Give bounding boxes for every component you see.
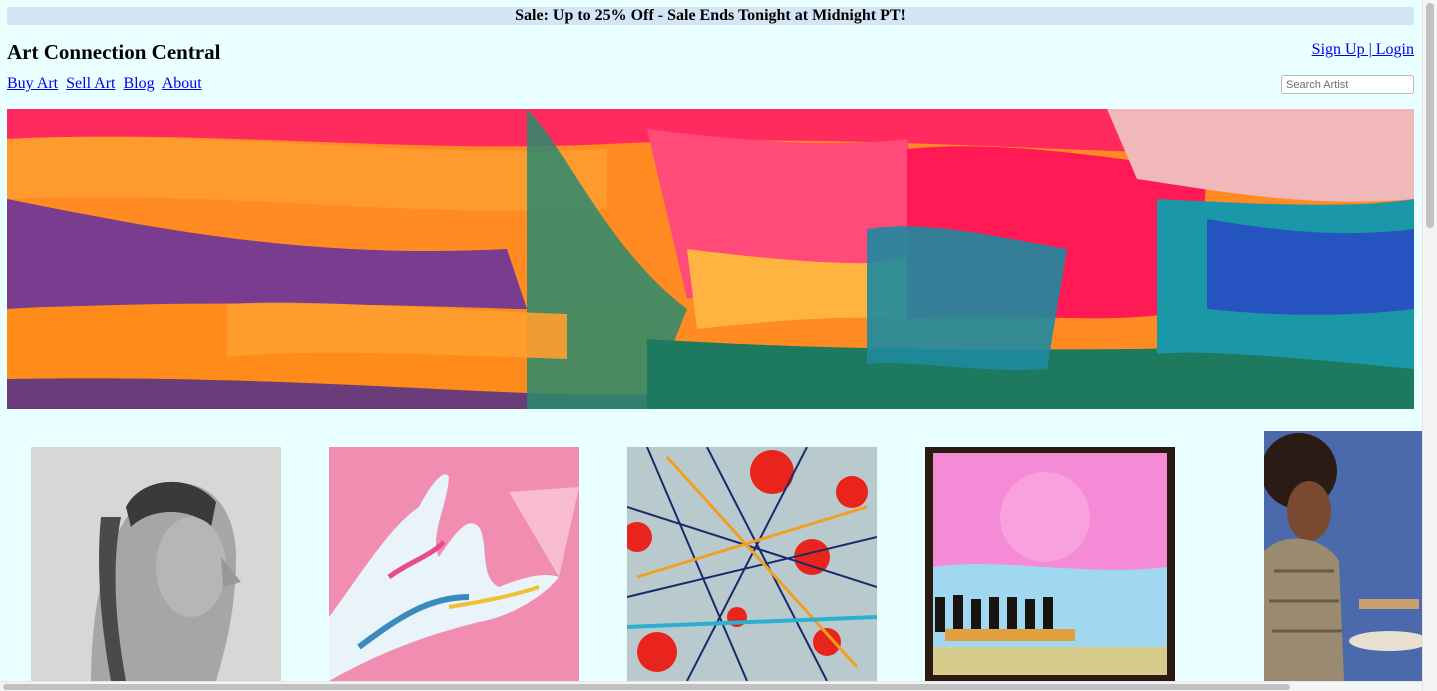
gallery-image-artist-photo[interactable]	[1264, 431, 1422, 681]
nav-about[interactable]: About	[162, 75, 202, 92]
signup-login-link[interactable]: Sign Up | Login	[1312, 41, 1414, 58]
site-title: Art Connection Central	[7, 40, 221, 64]
nav-sell-art[interactable]: Sell Art	[66, 75, 115, 92]
gallery-image-pink-abstract[interactable]	[925, 447, 1175, 681]
vertical-scrollbar[interactable]	[1422, 0, 1437, 691]
horizontal-scrollbar[interactable]	[0, 681, 1422, 691]
main-nav: Buy Art Sell Art Blog About	[7, 74, 206, 94]
sale-banner: Sale: Up to 25% Off - Sale Ends Tonight …	[7, 7, 1414, 25]
gallery-image-splatter[interactable]	[627, 447, 877, 681]
vertical-scrollbar-thumb[interactable]	[1426, 3, 1434, 228]
nav-blog[interactable]: Blog	[123, 75, 154, 92]
hero-banner-image	[7, 109, 1414, 409]
horizontal-scrollbar-thumb[interactable]	[3, 684, 1290, 690]
gallery-image-hand[interactable]	[329, 447, 579, 681]
search-artist-input[interactable]	[1281, 75, 1414, 94]
nav-buy-art[interactable]: Buy Art	[7, 75, 58, 92]
auth-links: Sign Up | Login	[1312, 40, 1414, 60]
gallery-image-portrait[interactable]	[31, 447, 281, 681]
hero-painting	[7, 109, 1414, 409]
